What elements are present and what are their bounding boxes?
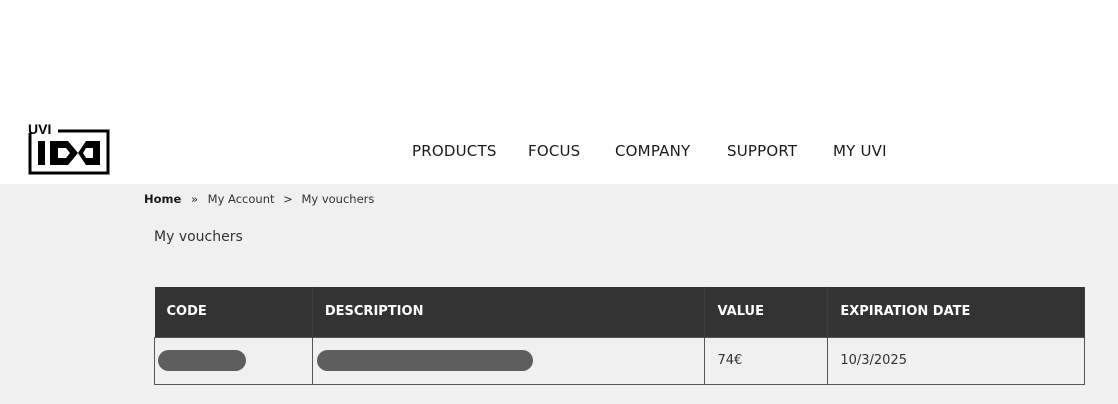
column-header-expiration: EXPIRATION DATE: [827, 287, 1085, 337]
voucher-expiration-cell: 10/3/2025: [827, 336, 1085, 385]
logo-text: UVI: [28, 121, 51, 137]
breadcrumb-my-account[interactable]: My Account: [208, 192, 275, 206]
redacted-description: [316, 350, 533, 371]
breadcrumb-home[interactable]: Home: [144, 192, 181, 206]
main-content: Home » My Account > My vouchers My vouch…: [0, 184, 1118, 404]
vouchers-table: CODE DESCRIPTION VALUE EXPIRATION DATE 7…: [154, 287, 1085, 385]
nav-item-my-uvi[interactable]: MY UVI: [833, 142, 887, 160]
breadcrumb-current: My vouchers: [301, 192, 375, 206]
table-row: 74€ 10/3/2025: [154, 336, 1085, 385]
nav-item-support[interactable]: SUPPORT: [727, 142, 797, 160]
breadcrumb-separator: »: [190, 192, 199, 206]
table-header-row: CODE DESCRIPTION VALUE EXPIRATION DATE: [154, 287, 1085, 337]
breadcrumb-separator: >: [283, 192, 293, 206]
site-header: UVI PRODUCTS FOCUS COMPANY SUPPORT MY UV…: [0, 0, 1118, 184]
redacted-code: [158, 350, 246, 371]
nav-item-products[interactable]: PRODUCTS: [412, 142, 497, 160]
main-nav: PRODUCTS FOCUS COMPANY SUPPORT MY UVI: [0, 142, 1118, 164]
column-header-value: VALUE: [704, 287, 829, 337]
nav-item-focus[interactable]: FOCUS: [528, 142, 580, 160]
column-header-code: CODE: [154, 287, 313, 337]
voucher-description-cell: [311, 336, 706, 385]
page-title: My vouchers: [154, 229, 243, 245]
voucher-code-cell: [154, 336, 313, 385]
nav-item-company[interactable]: COMPANY: [615, 142, 690, 160]
column-header-description: DESCRIPTION: [312, 287, 706, 337]
voucher-value-cell: 74€: [704, 336, 829, 385]
breadcrumb: Home » My Account > My vouchers: [144, 192, 374, 206]
